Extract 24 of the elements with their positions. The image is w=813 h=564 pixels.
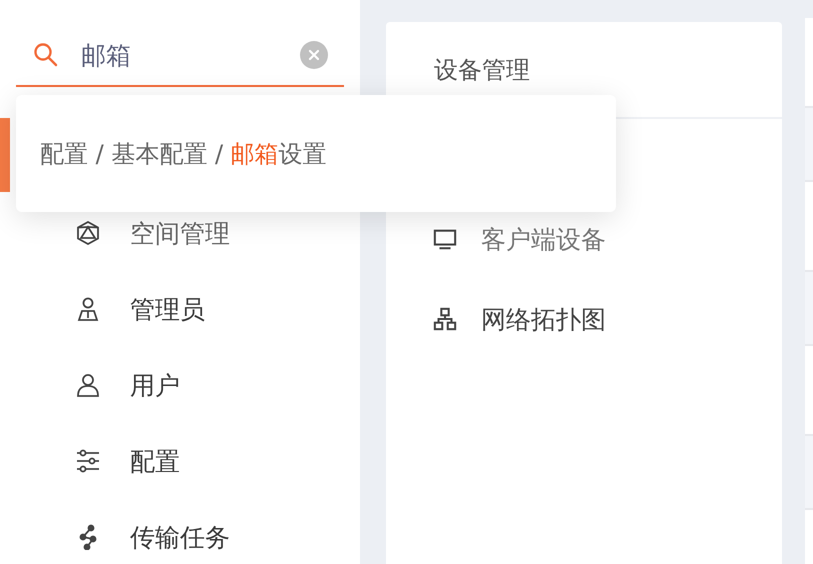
item-label: 网络拓扑图 bbox=[481, 304, 606, 336]
item-label: 传输任务 bbox=[130, 522, 230, 554]
search-icon bbox=[33, 42, 59, 68]
polyhedron-icon bbox=[75, 220, 101, 246]
monitor-icon bbox=[433, 227, 457, 251]
sidebar-item[interactable]: 空间管理 bbox=[0, 195, 360, 271]
item-label: 用户 bbox=[130, 370, 180, 402]
search-field[interactable]: 邮箱 bbox=[79, 40, 280, 70]
clear-button[interactable] bbox=[300, 41, 328, 69]
user-icon bbox=[75, 372, 101, 398]
item-label: 配置 bbox=[130, 446, 180, 478]
search-result[interactable]: 配置 / 基本配置 / 邮箱设置 bbox=[16, 138, 327, 170]
sliders-icon bbox=[75, 448, 101, 474]
sidebar-item[interactable]: 配置 bbox=[0, 423, 360, 499]
menu-item[interactable]: 网络拓扑图 bbox=[386, 279, 782, 359]
menu-item[interactable]: 客户端设备 bbox=[386, 199, 782, 279]
sidebar-item[interactable]: 管理员 bbox=[0, 271, 360, 347]
item-label: 管理员 bbox=[130, 294, 205, 326]
sidebar-item[interactable]: 用户 bbox=[0, 347, 360, 423]
sidebar-item[interactable]: 传输任务 bbox=[0, 499, 360, 564]
item-label: 空间管理 bbox=[130, 218, 230, 250]
network-icon bbox=[433, 307, 457, 331]
item-label: 客户端设备 bbox=[481, 224, 606, 256]
admin-icon bbox=[75, 296, 101, 322]
